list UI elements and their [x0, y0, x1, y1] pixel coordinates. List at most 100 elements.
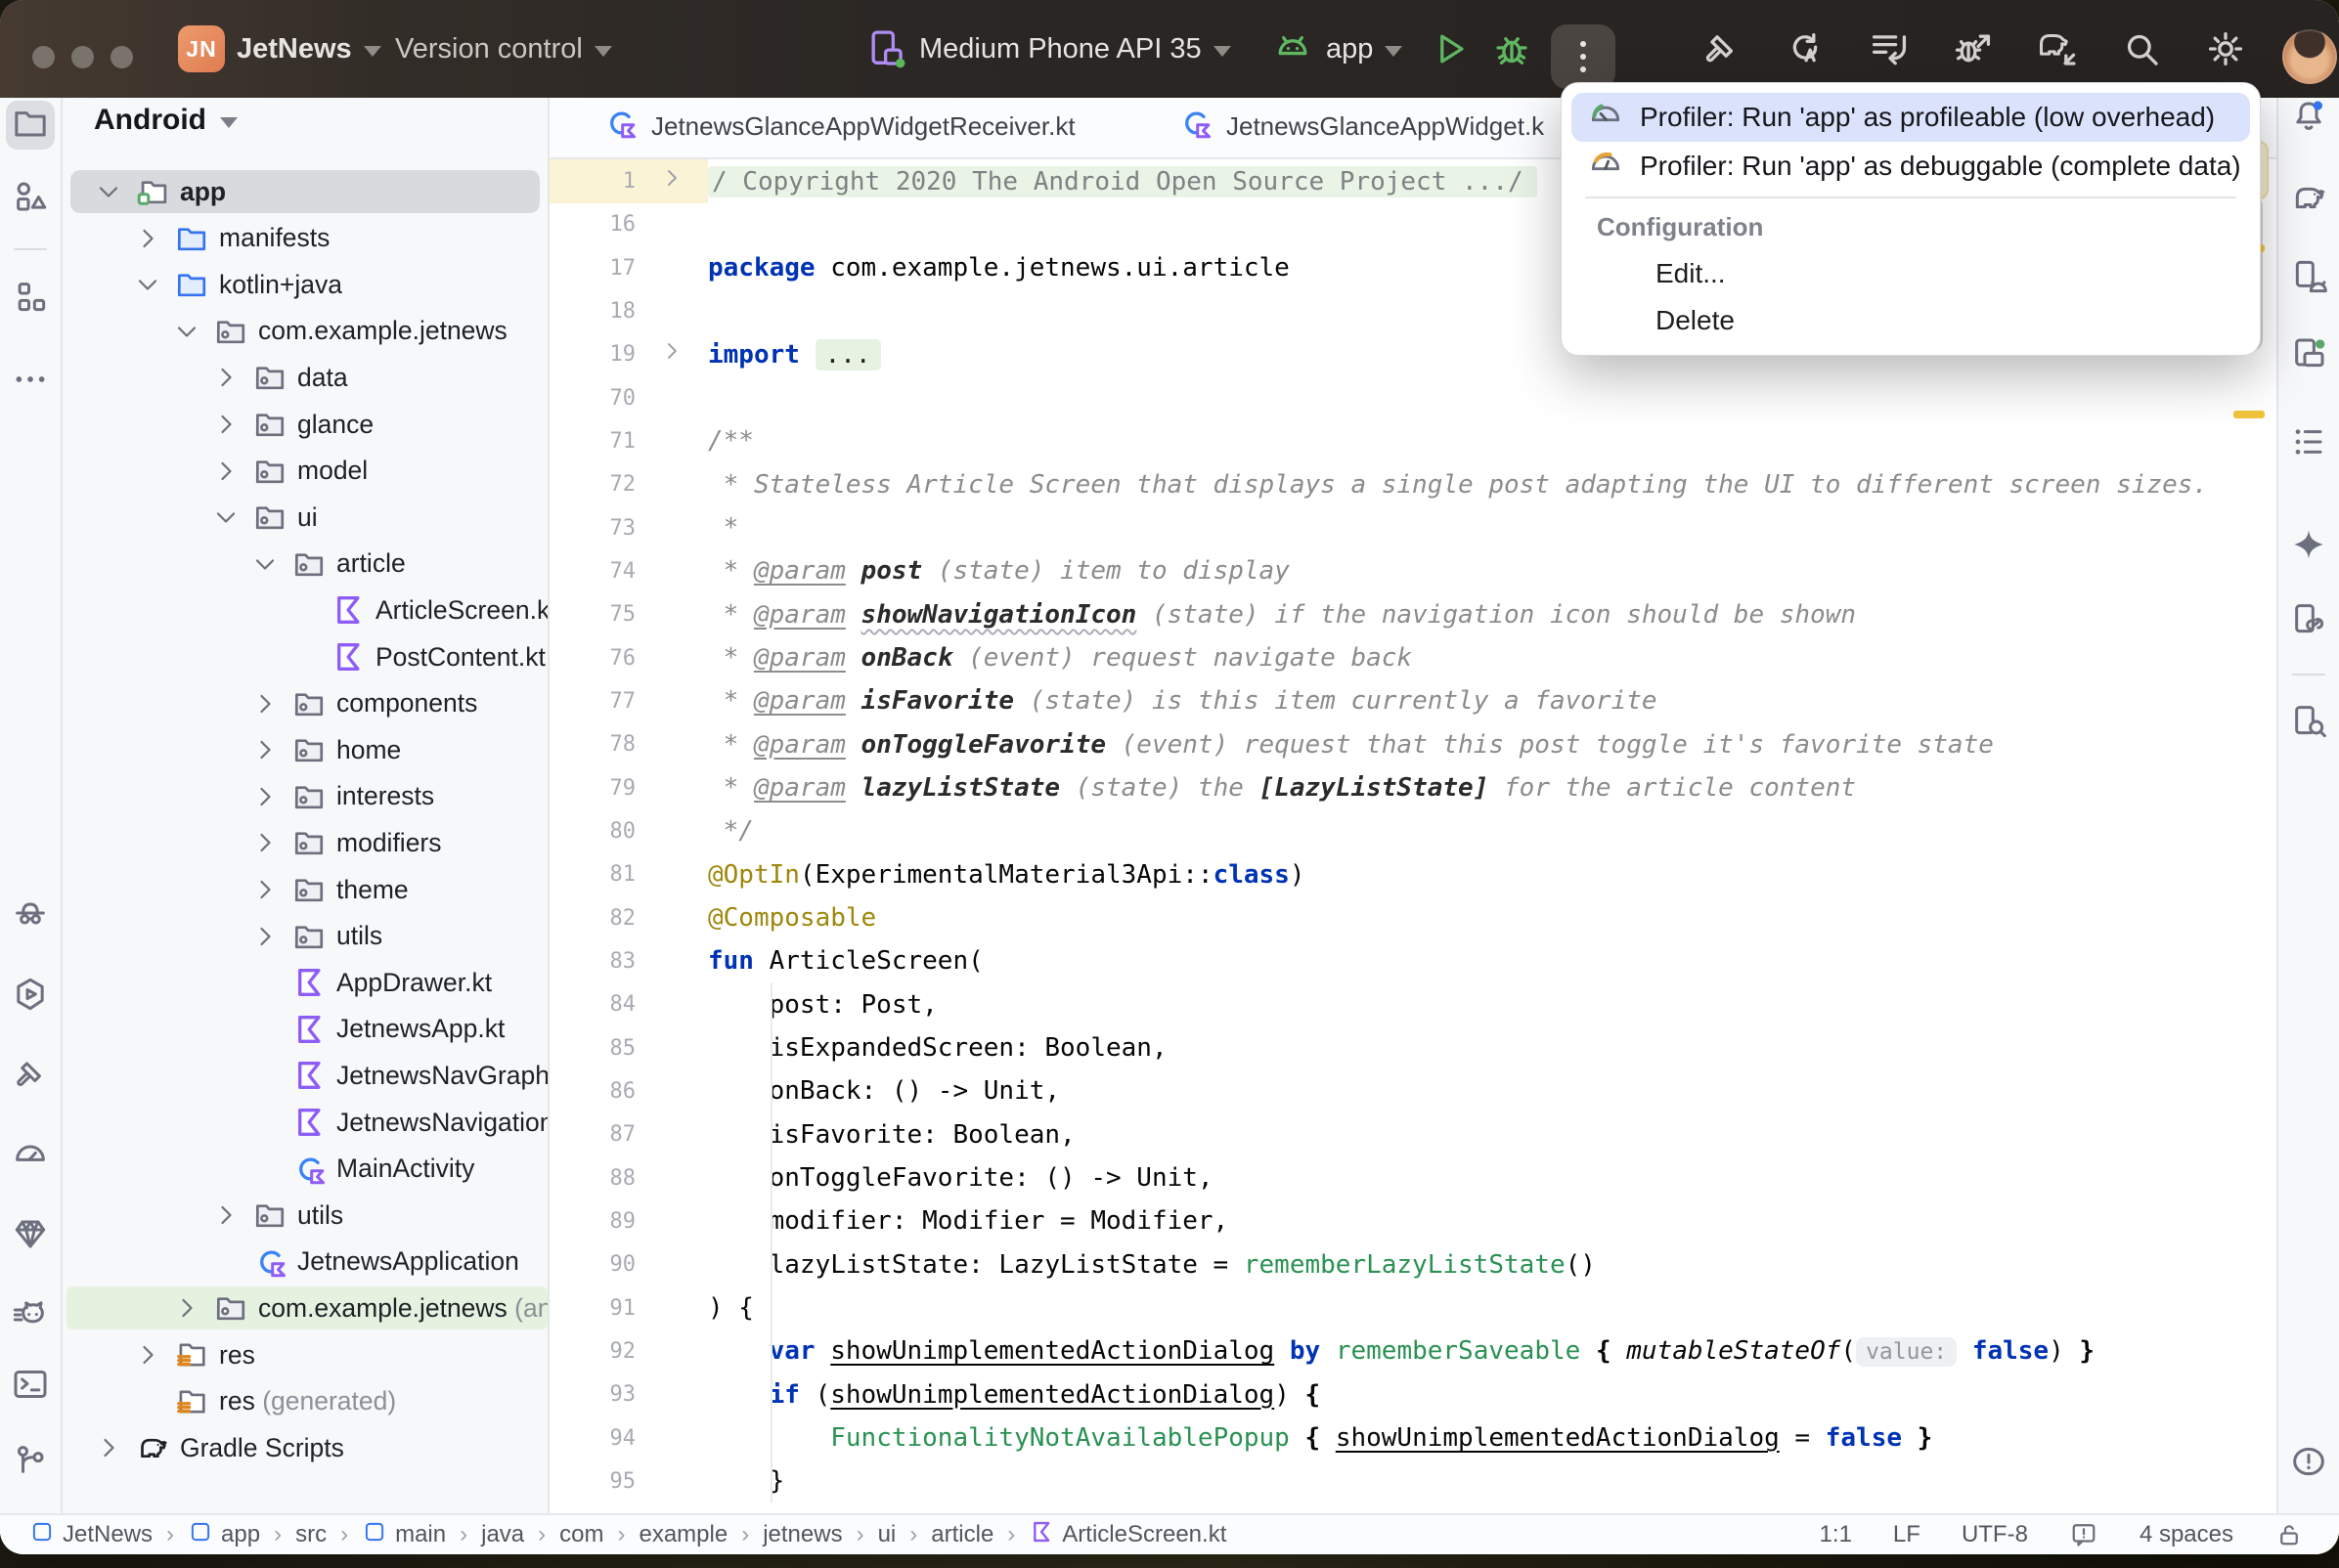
run-menu-item[interactable]: Profiler: Run 'app' as debuggable (compl… — [1571, 142, 2250, 191]
tool-notifications-button[interactable] — [2284, 94, 2333, 143]
tree-item-ui[interactable]: ui — [63, 495, 548, 540]
indent-widget[interactable]: 4 spaces — [2140, 1521, 2233, 1548]
debug-button[interactable] — [1490, 0, 1533, 98]
tool-device-manager-button[interactable] — [2284, 254, 2333, 303]
tool-terminal-button[interactable] — [6, 1362, 55, 1411]
tree-item-jetnewsnavigation[interactable]: JetnewsNavigation — [63, 1100, 548, 1145]
tree-item-utils[interactable]: utils — [63, 1193, 548, 1238]
tool-app-inspection-button[interactable] — [6, 893, 55, 941]
tree-item-mainactivity[interactable]: MainActivity — [63, 1147, 548, 1192]
tree-item-articlescreen-kt[interactable]: ArticleScreen.kt — [63, 588, 548, 632]
tool-problems-button[interactable] — [2284, 1439, 2333, 1488]
tree-item-app[interactable]: app — [63, 169, 548, 214]
tree-item-home[interactable]: home — [63, 727, 548, 772]
tool-resource-manager-button[interactable] — [6, 174, 55, 223]
tree-item-article[interactable]: article — [63, 542, 548, 587]
tool-app-quality-insights-button[interactable] — [6, 1211, 55, 1260]
run-menu-item[interactable]: Profiler: Run 'app' as profileable (low … — [1571, 93, 2250, 142]
chevron-right-icon[interactable] — [211, 457, 241, 486]
chevron-right-icon[interactable] — [133, 1340, 162, 1370]
breadcrumb-item[interactable]: JetNews — [29, 1519, 153, 1551]
tree-item-com-example-jetnews[interactable]: com.example.jetnews — [63, 309, 548, 354]
tool-gradle-button[interactable] — [2284, 175, 2333, 224]
tree-item-components[interactable]: components — [63, 681, 548, 726]
editor-tab[interactable]: JetnewsGlanceAppWidget.k — [1170, 98, 1552, 155]
project-view-selector[interactable]: Android — [94, 98, 238, 143]
tree-item-jetnewsnavgraph-[interactable]: JetnewsNavGraph. — [63, 1053, 548, 1098]
tool-logcat-button[interactable] — [6, 1292, 55, 1341]
tool-profiler-button[interactable] — [6, 1131, 55, 1180]
breadcrumb-item[interactable]: main — [362, 1519, 446, 1551]
menu-action-edit[interactable]: Edit... — [1655, 251, 1726, 296]
tree-item-appdrawer-kt[interactable]: AppDrawer.kt — [63, 960, 548, 1005]
tool-structure-button[interactable] — [2284, 419, 2333, 468]
tree-item-data[interactable]: data — [63, 355, 548, 400]
inspection-notification-icon[interactable] — [2069, 1520, 2098, 1549]
editor-tab[interactable]: JetnewsGlanceAppWidgetReceiver.kt — [595, 98, 1083, 155]
unlock-icon[interactable] — [2274, 1520, 2304, 1549]
breadcrumb-item[interactable]: ui — [878, 1521, 897, 1548]
breadcrumb-item[interactable]: example — [639, 1521, 728, 1548]
chevron-down-icon[interactable] — [211, 502, 241, 532]
chevron-right-icon[interactable] — [211, 410, 241, 439]
line-separator-widget[interactable]: LF — [1893, 1521, 1920, 1548]
chevron-down-icon[interactable] — [133, 270, 162, 299]
tree-item-kotlin-java[interactable]: kotlin+java — [63, 262, 548, 307]
minimize-window-button[interactable] — [71, 46, 94, 68]
chevron-right-icon[interactable] — [133, 224, 162, 253]
tool-more-tool-windows-button[interactable] — [6, 357, 55, 406]
chevron-right-icon[interactable] — [250, 782, 280, 811]
tree-item-theme[interactable]: theme — [63, 867, 548, 912]
tree-item-model[interactable]: model — [63, 449, 548, 494]
chevron-right-icon[interactable] — [211, 363, 241, 392]
menu-action-delete[interactable]: Delete — [1655, 298, 1735, 343]
breadcrumb-item[interactable]: ArticleScreen.kt — [1029, 1519, 1226, 1551]
chevron-right-icon[interactable] — [250, 828, 280, 857]
chevron-down-icon[interactable] — [172, 317, 201, 346]
breadcrumb-item[interactable]: java — [481, 1521, 524, 1548]
breadcrumb-item[interactable]: app — [188, 1519, 260, 1551]
tool-running-devices-button[interactable] — [2284, 331, 2333, 380]
tree-item-res[interactable]: res (generated) — [63, 1379, 548, 1424]
project-widget[interactable]: JN JetNews — [178, 0, 381, 98]
chevron-right-icon[interactable] — [250, 735, 280, 764]
encoding-widget[interactable]: UTF-8 — [1962, 1521, 2028, 1548]
fold-chevron-icon[interactable] — [659, 165, 684, 197]
tree-item-postcontent-kt[interactable]: PostContent.kt — [63, 634, 548, 679]
chevron-right-icon[interactable] — [250, 922, 280, 951]
chevron-right-icon[interactable] — [250, 689, 280, 719]
tool-layout-inspector-button[interactable] — [2284, 699, 2333, 748]
more-run-options-button[interactable] — [1551, 24, 1615, 89]
warning-stripe-mark[interactable] — [2233, 411, 2265, 418]
tree-item-gradle-scripts[interactable]: Gradle Scripts — [63, 1425, 548, 1470]
tree-item-res[interactable]: res — [63, 1332, 548, 1377]
run-configuration-selector[interactable]: app — [1271, 0, 1402, 98]
tool-structure-button[interactable] — [6, 275, 55, 324]
tool-project-button[interactable] — [6, 101, 55, 150]
tree-item-jetnewsapp-kt[interactable]: JetnewsApp.kt — [63, 1007, 548, 1052]
tree-item-utils[interactable]: utils — [63, 914, 548, 959]
breadcrumb-item[interactable]: article — [931, 1521, 993, 1548]
breadcrumb-item[interactable]: src — [295, 1521, 327, 1548]
chevron-right-icon[interactable] — [94, 1433, 123, 1462]
breadcrumb-item[interactable]: jetnews — [763, 1521, 842, 1548]
tree-item-modifiers[interactable]: modifiers — [63, 820, 548, 865]
tool-version-control-button[interactable] — [6, 1439, 55, 1488]
tool-build-button[interactable] — [6, 1052, 55, 1101]
tool-services-button[interactable] — [6, 972, 55, 1021]
fold-chevron-icon[interactable] — [659, 338, 684, 370]
code-editor[interactable]: 1 / Copyright 2020 The Android Open Sour… — [550, 157, 2278, 1515]
chevron-right-icon[interactable] — [172, 1293, 201, 1323]
tree-item-interests[interactable]: interests — [63, 774, 548, 819]
tree-item-glance[interactable]: glance — [63, 402, 548, 447]
user-avatar[interactable] — [2282, 29, 2337, 84]
chevron-right-icon[interactable] — [250, 875, 280, 904]
chevron-right-icon[interactable] — [211, 1200, 241, 1230]
tree-item-com-example-jetnews[interactable]: com.example.jetnews (an — [63, 1285, 548, 1330]
tree-item-manifests[interactable]: manifests — [63, 216, 548, 261]
tool-device-mirroring-button[interactable] — [2284, 597, 2333, 646]
chevron-down-icon[interactable] — [94, 177, 123, 206]
close-window-button[interactable] — [32, 46, 55, 68]
vcs-widget[interactable]: Version control — [395, 0, 612, 98]
device-selector[interactable]: Medium Phone API 35 — [864, 0, 1231, 98]
